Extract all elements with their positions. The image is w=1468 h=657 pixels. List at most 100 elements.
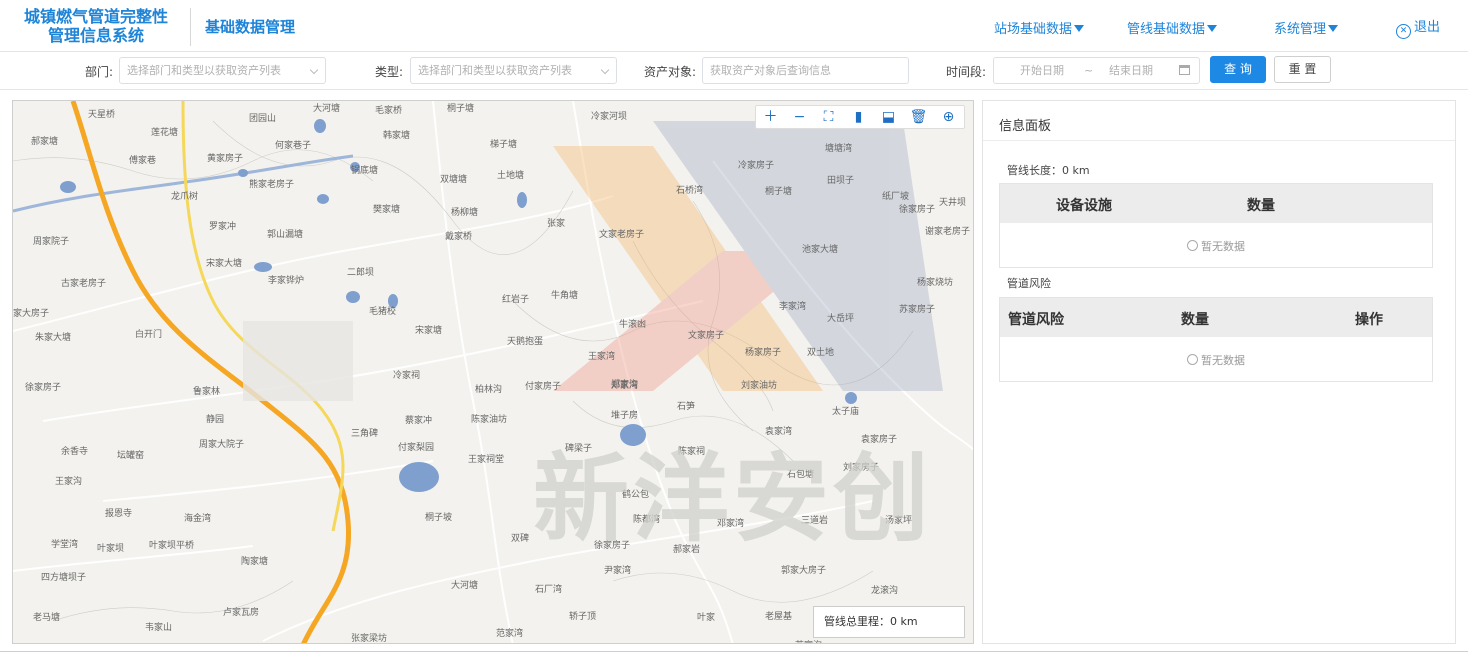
- chevron-down-icon: [309, 65, 319, 75]
- map-place-label: 王家祠堂: [468, 455, 505, 465]
- date-range-picker[interactable]: 开始日期 ~ 结束日期: [993, 57, 1200, 84]
- risk-col-name: 管道风险: [1008, 312, 1064, 328]
- nav-system-management-label: 系统管理: [1274, 22, 1327, 37]
- map-place-label: 报恩寺: [105, 509, 133, 519]
- map-place-label: 大岳坪: [827, 314, 855, 324]
- map-place-label: 范家湾: [496, 629, 524, 639]
- globe-icon[interactable]: ⊕: [934, 106, 963, 128]
- app-root: 城镇燃气管道完整性 管理信息系统 基础数据管理 站场基础数据 管线基础数据 系统…: [0, 0, 1468, 657]
- fit-extent-icon[interactable]: ⛶: [814, 106, 843, 128]
- caret-down-icon: [1207, 25, 1218, 32]
- map-place-label: 熊家老房子: [249, 180, 295, 190]
- map-place-label: 傅家巷: [129, 156, 157, 166]
- map-place-label: 梯子塘: [490, 140, 518, 150]
- query-button[interactable]: 查 询: [1210, 56, 1266, 83]
- map-place-label: 莲花塘: [151, 128, 179, 138]
- map-place-label: 付家梨园: [398, 443, 435, 453]
- map-place-label: 苏家房子: [899, 305, 936, 315]
- facility-table-body: 暂无数据: [1000, 223, 1432, 267]
- calendar-icon: [1179, 65, 1190, 75]
- map-place-label: 大河塘: [451, 581, 479, 591]
- start-date-placeholder: 开始日期: [1020, 64, 1064, 77]
- map-place-label: 团园山: [249, 114, 277, 124]
- facility-col-count: 数量: [1247, 198, 1275, 214]
- risk-table-header: 管道风险 数量 操作: [1000, 298, 1432, 337]
- map-place-label: 老屋基: [765, 612, 793, 622]
- map-place-label: 杨家烧坊: [917, 278, 954, 288]
- map-place-label: 陈家油坊: [471, 415, 508, 425]
- empty-face-icon: [1187, 240, 1198, 251]
- nav-station-data[interactable]: 站场基础数据: [994, 18, 1085, 37]
- asset-input[interactable]: 获取资产对象后查询信息: [702, 57, 909, 84]
- measure-line-icon[interactable]: ▮: [844, 106, 873, 128]
- map-place-label: 牛滚凼: [619, 320, 647, 330]
- type-placeholder: 选择部门和类型以获取资产列表: [418, 64, 572, 77]
- map-place-label: 叶家: [697, 613, 716, 623]
- map-place-label: 宋家塘: [415, 326, 443, 336]
- caret-down-icon: [1328, 25, 1339, 32]
- zoom-in-icon[interactable]: ＋: [756, 106, 785, 128]
- map-place-label: 桐子塘: [765, 187, 793, 197]
- map-place-label: 杨家房子: [745, 348, 782, 358]
- map-place-label: 学堂湾: [51, 540, 79, 550]
- map-place-label: 田坝子: [827, 176, 855, 186]
- department-placeholder: 选择部门和类型以获取资产列表: [127, 64, 281, 77]
- nav-station-data-label: 站场基础数据: [994, 22, 1073, 37]
- map-place-label: 张家: [547, 219, 566, 229]
- map-place-label: 王家湾: [588, 352, 616, 362]
- nav-pipeline-data-label: 管线基础数据: [1127, 22, 1206, 37]
- module-title: 基础数据管理: [205, 18, 296, 36]
- map-place-label: 李家湾: [779, 302, 807, 312]
- map-place-label: 双塘塘: [440, 175, 468, 185]
- map-place-label: 樊家塘: [373, 205, 401, 215]
- map-place-label: 石厂湾: [535, 585, 563, 595]
- map-place-label: 鲁家林: [193, 387, 221, 397]
- end-date-placeholder: 结束日期: [1109, 64, 1153, 77]
- map-place-label: 周家院子: [33, 237, 70, 247]
- risk-section-label: 管道风险: [1007, 277, 1051, 290]
- app-logo-title: 城镇燃气管道完整性 管理信息系统: [8, 7, 184, 45]
- map-place-label: 叶家坝平桥: [149, 541, 195, 551]
- map-place-label: 郝家塘: [31, 137, 59, 147]
- map-view[interactable]: 天星桥 莲花塘 团园山 大河塘 毛家桥 桐子塘 冷家河坝 郝家塘 何家巷子 韩家塘 梯子塘 傅家巷 黄家…: [12, 100, 974, 644]
- caret-down-icon: [1074, 25, 1085, 32]
- risk-table-body: 暂无数据: [1000, 337, 1432, 381]
- map-place-label: 张家梁坊: [351, 634, 388, 644]
- map-place-label: 池家大塘: [802, 245, 839, 255]
- reset-button[interactable]: 重 置: [1274, 56, 1331, 83]
- logout-button[interactable]: ✕ 退出: [1396, 16, 1440, 39]
- clear-icon[interactable]: 🗑: [904, 106, 933, 128]
- map-place-label: 余香寺: [61, 447, 89, 457]
- info-panel: 信息面板 管线长度：0 km 设备设施 数量 暂无数据 管道风险 管道风险 数量…: [982, 100, 1456, 644]
- map-place-label: 冷家河坝: [591, 112, 628, 122]
- map-place-label: 四方塘坝子: [41, 573, 87, 583]
- logout-label: 退出: [1414, 20, 1441, 35]
- map-place-label: 大河塘: [313, 104, 341, 114]
- nav-system-management[interactable]: 系统管理: [1274, 18, 1339, 37]
- close-circle-icon: ✕: [1396, 24, 1411, 39]
- risk-col-count: 数量: [1181, 312, 1209, 328]
- map-place-label: 苏家沟: [795, 638, 822, 643]
- map-place-label: 毛猪校: [369, 307, 397, 317]
- map-place-label: 塘塘湾: [825, 144, 853, 154]
- nav-pipeline-data[interactable]: 管线基础数据: [1127, 18, 1218, 37]
- map-place-label: 朱家大塘: [35, 333, 72, 343]
- pipeline-total-length: 管线总里程：0 km: [813, 606, 965, 638]
- map-place-label: 戴家桥: [445, 232, 473, 242]
- map-place-label: 静园: [206, 415, 225, 425]
- type-select[interactable]: 选择部门和类型以获取资产列表: [410, 57, 617, 84]
- map-place-label: 李家铧炉: [268, 276, 305, 286]
- map-place-label: 叶家坝: [97, 544, 125, 554]
- map-place-label: 石笋: [677, 402, 696, 412]
- period-label: 时间段:: [946, 65, 987, 79]
- zoom-out-icon[interactable]: −: [785, 106, 814, 128]
- pipe-length-label: 管线长度：0 km: [1007, 164, 1090, 177]
- asset-label: 资产对象:: [644, 65, 697, 79]
- bottom-border: [0, 651, 1468, 652]
- map-place-label: 冷家房子: [738, 161, 775, 171]
- map-place-label: 桐子坡: [425, 513, 453, 523]
- risk-empty-text: 暂无数据: [1201, 354, 1245, 367]
- department-select[interactable]: 选择部门和类型以获取资产列表: [119, 57, 326, 84]
- map-place-label: 天井坝: [939, 198, 967, 208]
- measure-area-icon[interactable]: ⬓: [874, 106, 903, 128]
